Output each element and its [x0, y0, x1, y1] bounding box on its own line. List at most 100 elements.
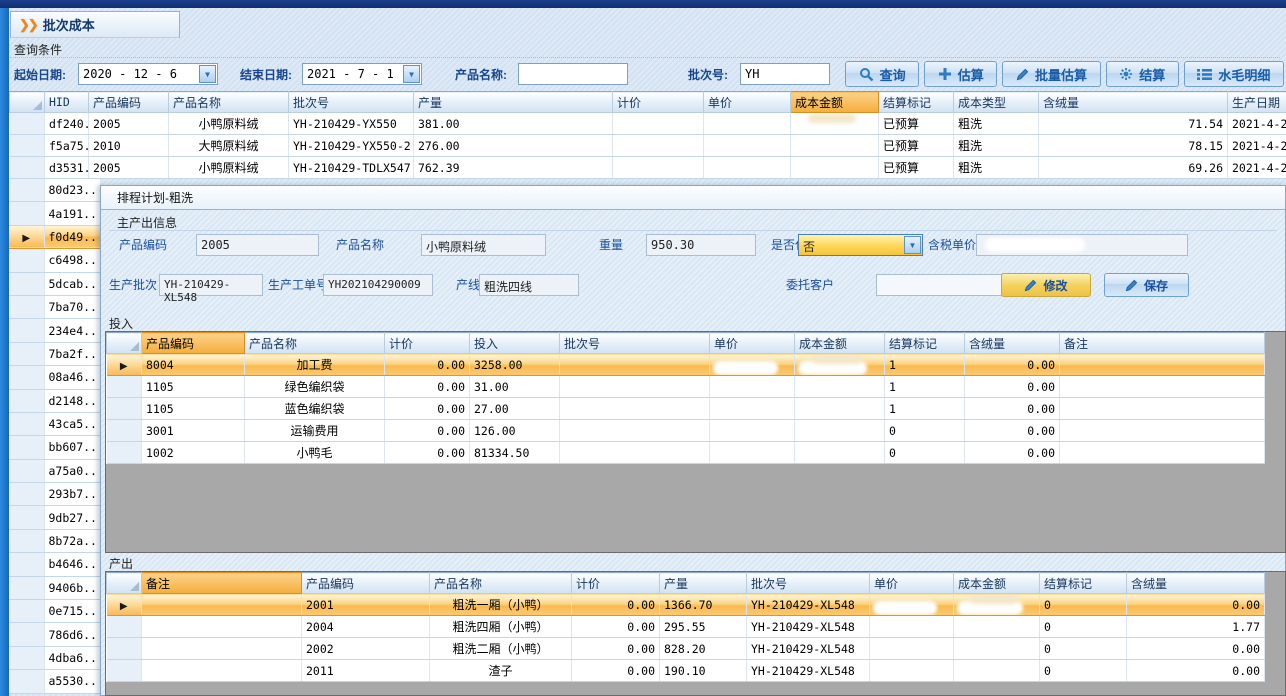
- grid-cell-HID[interactable]: bb607..: [44, 436, 100, 459]
- row-selector[interactable]: [10, 157, 45, 179]
- grid-cell-产品名称[interactable]: 粗洗四厢（小鸭）: [430, 616, 572, 638]
- grid-cell-备注[interactable]: [142, 616, 302, 638]
- table-row[interactable]: 5dcab..: [9, 272, 100, 295]
- grid-cell-结算标记[interactable]: 已预算: [879, 157, 954, 179]
- grid-cell-HID[interactable]: 9db27..: [44, 506, 100, 529]
- grid-cell-含绒量[interactable]: 0.00: [1127, 660, 1265, 682]
- row-selector-header[interactable]: [107, 573, 142, 594]
- list-button[interactable]: 水毛明细: [1184, 61, 1284, 87]
- prod-batch-field[interactable]: YH-210429-XL548: [159, 274, 263, 296]
- row-selector[interactable]: [9, 646, 44, 669]
- work-order-field[interactable]: YH202104290009: [323, 274, 433, 296]
- table-row[interactable]: 1002小鸭毛0.0081334.5000.00: [107, 442, 1265, 464]
- table-row[interactable]: df240...2005小鸭原料绒YH-210429-YX550381.00已预…: [10, 113, 1286, 135]
- row-selector[interactable]: ▶: [9, 225, 44, 248]
- grid-cell-计价[interactable]: 0.00: [385, 354, 470, 376]
- grid-cell-HID[interactable]: 08a46..: [44, 366, 100, 389]
- row-selector[interactable]: [9, 272, 44, 295]
- grid-cell-成本金额[interactable]: [795, 376, 885, 398]
- grid-cell-含绒量[interactable]: 1.77: [1127, 616, 1265, 638]
- column-header-产品编码[interactable]: 产品编码: [89, 92, 169, 113]
- grid-cell-产量[interactable]: 1366.70: [660, 594, 747, 616]
- row-selector[interactable]: [9, 319, 44, 342]
- grid-cell-HID[interactable]: 5dcab..: [44, 272, 100, 295]
- table-row[interactable]: c6498..: [9, 249, 100, 272]
- row-selector[interactable]: [9, 600, 44, 623]
- grid-cell-成本金额[interactable]: [954, 638, 1040, 660]
- table-row[interactable]: 1105蓝色编织袋0.0027.0010.00: [107, 398, 1265, 420]
- row-selector[interactable]: ▶: [107, 354, 142, 376]
- column-header-产品编码[interactable]: 产品编码: [302, 573, 430, 594]
- grid-cell-结算标记[interactable]: 1: [885, 376, 965, 398]
- grid-cell-生产日期[interactable]: 2021-4-29: [1228, 157, 1286, 179]
- row-selector[interactable]: [9, 436, 44, 459]
- table-row[interactable]: 0e715..: [9, 600, 100, 623]
- table-row[interactable]: 08a46..: [9, 366, 100, 389]
- start-date-input[interactable]: 2020 - 12 - 6 ▼: [78, 63, 218, 85]
- grid-cell-HID[interactable]: f0d49..: [44, 225, 100, 248]
- grid-cell-产量[interactable]: 381.00: [414, 113, 613, 135]
- row-selector[interactable]: [9, 483, 44, 506]
- grid-cell-HID[interactable]: 234e4..: [44, 319, 100, 342]
- grid-cell-成本金额[interactable]: [791, 113, 879, 135]
- grid-cell-成本金额[interactable]: [954, 616, 1040, 638]
- grid-cell-产品编码[interactable]: 8004: [142, 354, 245, 376]
- grid-cell-HID[interactable]: 8b72a..: [44, 529, 100, 552]
- grid-cell-结算标记[interactable]: 0: [885, 442, 965, 464]
- column-header-备注[interactable]: 备注: [1060, 333, 1265, 354]
- table-row[interactable]: d2148..: [9, 389, 100, 412]
- row-selector[interactable]: [9, 202, 44, 225]
- column-header-结算标记[interactable]: 结算标记: [879, 92, 954, 113]
- grid-cell-成本金额[interactable]: [791, 135, 879, 157]
- grid-cell-成本类型[interactable]: 粗洗: [954, 135, 1039, 157]
- grid-cell-结算标记[interactable]: 0: [885, 420, 965, 442]
- taxed-price-field[interactable]: [976, 234, 1188, 256]
- row-selector[interactable]: [10, 113, 45, 135]
- grid-cell-批次号[interactable]: [560, 398, 710, 420]
- grid-cell-计价[interactable]: [613, 135, 704, 157]
- row-selector[interactable]: [107, 616, 142, 638]
- grid-cell-产量[interactable]: 276.00: [414, 135, 613, 157]
- grid-cell-HID[interactable]: 7ba2f..: [44, 342, 100, 365]
- grid-cell-含绒量[interactable]: 0.00: [965, 376, 1060, 398]
- grid-cell-结算标记[interactable]: 1: [885, 354, 965, 376]
- row-selector[interactable]: ▶: [107, 594, 142, 616]
- grid-cell-结算标记[interactable]: 1: [885, 398, 965, 420]
- grid-cell-成本类型[interactable]: 粗洗: [954, 157, 1039, 179]
- outsourced-dropdown[interactable]: 否 ▼: [798, 234, 923, 256]
- gear-button[interactable]: 结算: [1106, 61, 1179, 87]
- grid-cell-批次号[interactable]: YH-210429-XL548: [747, 660, 870, 682]
- grid-cell-HID[interactable]: df240...: [45, 113, 89, 135]
- prod-line-field[interactable]: 粗洗四线: [479, 274, 579, 296]
- column-header-产品名称[interactable]: 产品名称: [430, 573, 572, 594]
- table-row[interactable]: 80d23..: [9, 179, 100, 202]
- grid-cell-产量[interactable]: 190.10: [660, 660, 747, 682]
- grid-cell-产品名称[interactable]: 运输费用: [245, 420, 385, 442]
- table-row[interactable]: ▶2001粗洗一厢（小鸭）0.001366.70YH-210429-XL5480…: [107, 594, 1265, 616]
- tab-batch-cost[interactable]: ❯❯ 批次成本: [10, 11, 180, 38]
- grid-cell-计价[interactable]: 0.00: [572, 616, 660, 638]
- grid-cell-备注[interactable]: [1060, 354, 1265, 376]
- table-row[interactable]: 9db27..: [9, 506, 100, 529]
- grid-cell-成本金额[interactable]: [954, 594, 1040, 616]
- grid-cell-计价[interactable]: 0.00: [385, 442, 470, 464]
- grid-cell-HID[interactable]: 9406b..: [44, 576, 100, 599]
- grid-cell-HID[interactable]: c6498..: [44, 249, 100, 272]
- grid-cell-结算标记[interactable]: 0: [1040, 594, 1127, 616]
- column-header-结算标记[interactable]: 结算标记: [1040, 573, 1127, 594]
- column-header-生产日期[interactable]: 生产日期: [1228, 92, 1286, 113]
- grid-cell-产品编码[interactable]: 2011: [302, 660, 430, 682]
- row-selector[interactable]: [9, 295, 44, 318]
- column-header-产品名称[interactable]: 产品名称: [245, 333, 385, 354]
- grid-cell-计价[interactable]: [613, 157, 704, 179]
- grid-cell-投入[interactable]: 3258.00: [470, 354, 560, 376]
- column-header-产量[interactable]: 产量: [660, 573, 747, 594]
- grid-cell-产品编码[interactable]: 2005: [89, 157, 169, 179]
- grid-cell-HID[interactable]: 43ca5..: [44, 412, 100, 435]
- column-header-批次号[interactable]: 批次号: [289, 92, 414, 113]
- row-selector[interactable]: [9, 553, 44, 576]
- column-header-成本类型[interactable]: 成本类型: [954, 92, 1039, 113]
- column-header-投入[interactable]: 投入: [470, 333, 560, 354]
- row-selector[interactable]: [9, 412, 44, 435]
- grid-cell-备注[interactable]: [1060, 442, 1265, 464]
